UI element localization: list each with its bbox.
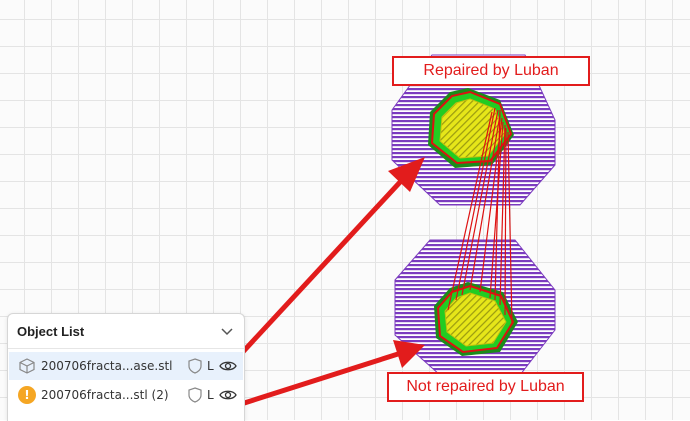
object-letter-badge: L [207,388,214,402]
object-list-panel: Object List 200706fracta...ase.stl L ! 2… [7,313,245,421]
object-list-item[interactable]: ! 200706fracta...stl (2) L [9,381,243,409]
object-list-title: Object List [17,324,85,339]
object-name: 200706fracta...stl (2) [41,388,169,402]
chevron-down-icon[interactable] [220,324,234,338]
warning-icon: ! [18,386,36,404]
3d-viewport-canvas[interactable]: Repaired by Luban Not repaired by Luban … [0,0,690,421]
eye-icon[interactable] [219,388,237,402]
shield-icon[interactable] [188,358,202,374]
object-letter-badge: L [207,359,214,373]
repaired-callout-label: Repaired by Luban [392,56,590,86]
object-name: 200706fracta...ase.stl [41,359,173,373]
eye-icon[interactable] [219,359,237,373]
not-repaired-callout-label: Not repaired by Luban [387,372,584,402]
shield-icon[interactable] [188,387,202,403]
object-list-item[interactable]: 200706fracta...ase.stl L [9,352,243,380]
object-list-header[interactable]: Object List [8,314,244,349]
cube-icon [19,358,35,374]
